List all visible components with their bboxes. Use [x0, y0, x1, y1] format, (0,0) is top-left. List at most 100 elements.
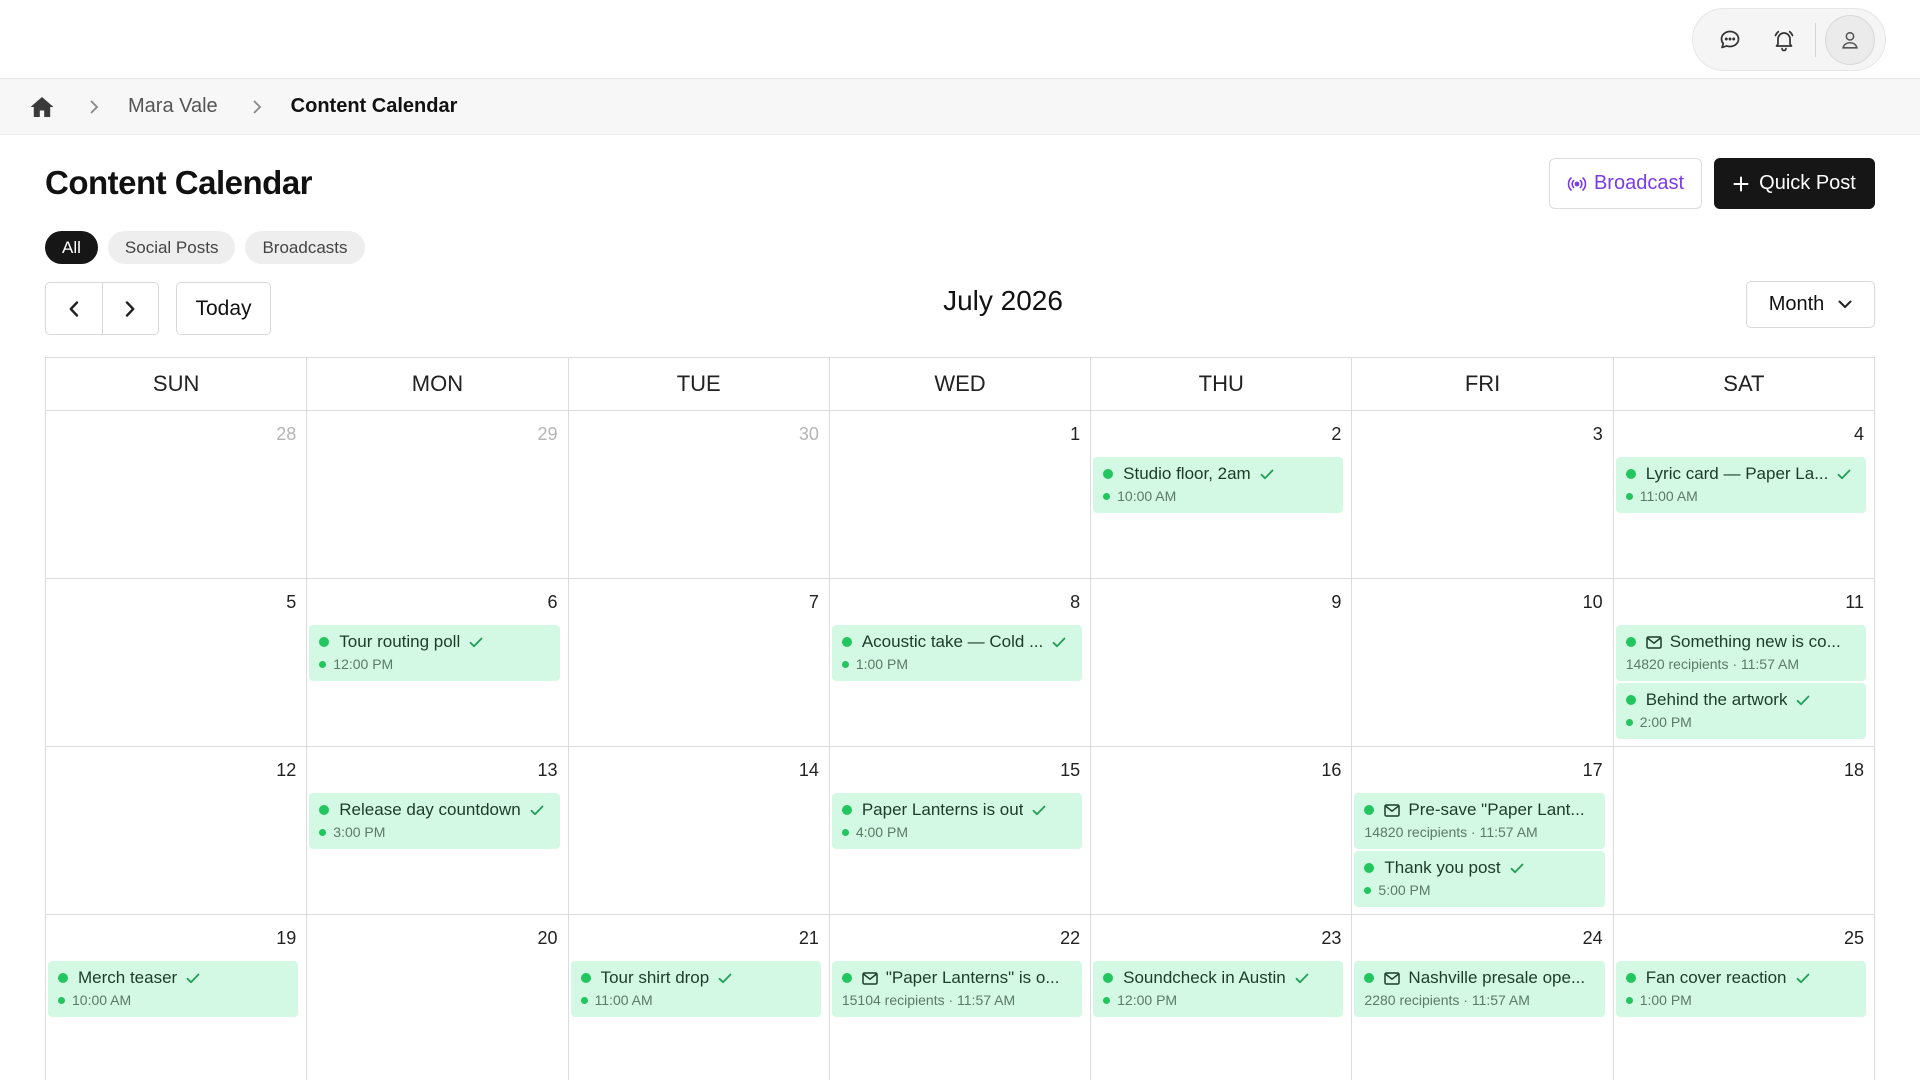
day-cell[interactable]: 8 Acoustic take — Cold ... 1:00 PM — [829, 579, 1092, 747]
filter-broadcasts[interactable]: Broadcasts — [245, 231, 365, 264]
day-cell[interactable]: 14 — [568, 747, 830, 915]
status-dot — [1625, 695, 1636, 705]
post-event[interactable]: Acoustic take — Cold ... 1:00 PM — [831, 625, 1083, 681]
status-dot — [58, 973, 68, 983]
post-event[interactable]: Paper Lanterns is out 4:00 PM — [831, 793, 1083, 849]
day-cell[interactable]: 15 Paper Lanterns is out 4:00 PM — [829, 747, 1092, 915]
post-event[interactable]: Lyric card — Paper La... 11:00 AM — [1615, 457, 1866, 513]
chevron-right-icon — [252, 99, 262, 115]
event-meta: 10:00 AM — [72, 992, 132, 1008]
check-icon — [1052, 637, 1066, 648]
post-event[interactable]: Studio floor, 2am 10:00 AM — [1093, 457, 1344, 513]
event-meta: 2:00 PM — [1639, 714, 1692, 730]
broadcast-event[interactable]: "Paper Lanterns" is o... 15104 recipients… — [831, 961, 1083, 1017]
day-number: 8 — [1070, 592, 1081, 612]
calendar-weeks: 28 29 30 1 2 Studio floor, 2am 10:00 AM 3 4 Lyric… — [46, 411, 1875, 1080]
check-icon — [1796, 973, 1810, 984]
chat-icon[interactable] — [1713, 23, 1747, 57]
day-cell[interactable]: 12 — [46, 747, 308, 915]
day-cell[interactable]: 16 — [1091, 747, 1353, 915]
post-event[interactable]: Behind the artwork 2:00 PM — [1615, 683, 1866, 739]
post-event[interactable]: Merch teaser 10:00 AM — [48, 961, 299, 1017]
day-cell[interactable]: 18 — [1613, 747, 1875, 915]
post-event[interactable]: Thank you post 5:00 PM — [1354, 851, 1605, 907]
day-number: 12 — [276, 760, 297, 780]
broadcast-event[interactable]: Nashville presale ope... 2280 recipients … — [1354, 961, 1605, 1017]
filter-all[interactable]: All — [45, 231, 98, 264]
day-cell[interactable]: 7 — [568, 579, 830, 747]
event-header: Tour shirt drop — [580, 968, 811, 988]
event-header: Something new is co... — [1625, 632, 1856, 652]
check-icon — [1796, 695, 1810, 706]
day-cell[interactable]: 1 — [829, 411, 1092, 579]
post-event[interactable]: Soundcheck in Austin 12:00 PM — [1093, 961, 1344, 1017]
day-cell[interactable]: 19 Merch teaser 10:00 AM — [46, 915, 308, 1080]
day-cell[interactable]: 11 Something new is co... 14820 recipients… — [1613, 579, 1875, 747]
day-number: 9 — [1331, 592, 1342, 612]
month-label: July 2026 — [943, 285, 1063, 316]
quick-post-button-label: Quick Post — [1759, 172, 1856, 194]
day-cell[interactable]: 28 — [46, 411, 308, 579]
weekday-label: SAT — [1613, 358, 1875, 411]
broadcast-button[interactable]: Broadcast — [1549, 158, 1702, 209]
day-cell[interactable]: 13 Release day countdown 3:00 PM — [307, 747, 569, 915]
day-cell[interactable]: 17 Pre-save "Paper Lant... 14820 recipient… — [1352, 747, 1614, 915]
broadcast-event[interactable]: Pre-save "Paper Lant... 14820 recipients … — [1354, 793, 1605, 849]
day-number: 23 — [1321, 928, 1342, 948]
check-icon — [530, 805, 544, 816]
post-event[interactable]: Tour shirt drop 11:00 AM — [570, 961, 821, 1017]
day-number: 3 — [1592, 424, 1603, 444]
day-number: 18 — [1843, 760, 1864, 780]
day-number: 6 — [547, 592, 558, 612]
home-icon[interactable] — [29, 95, 55, 119]
event-meta: 11:00 AM — [594, 992, 653, 1008]
day-cell[interactable]: 20 — [307, 915, 569, 1080]
event-meta: 12:00 PM — [333, 656, 394, 672]
event-header: Merch teaser — [58, 968, 288, 988]
post-event[interactable]: Fan cover reaction 1:00 PM — [1615, 961, 1866, 1017]
post-event[interactable]: Tour routing poll 12:00 PM — [309, 625, 560, 681]
event-title: Paper Lanterns is out — [861, 800, 1024, 819]
event-title: Soundcheck in Austin — [1123, 968, 1286, 987]
avatar[interactable] — [1825, 14, 1875, 65]
user-icon — [1842, 31, 1858, 49]
broadcast-event[interactable]: Something new is co... 14820 recipients ·… — [1615, 625, 1866, 681]
bell-icon[interactable] — [1767, 23, 1801, 57]
event-meta: 10:00 AM — [1117, 488, 1177, 504]
check-icon — [186, 973, 200, 984]
day-cell[interactable]: 9 — [1091, 579, 1353, 747]
day-cell[interactable]: 5 — [46, 579, 308, 747]
event-meta: 2280 recipients · 11:57 AM — [1364, 992, 1530, 1008]
breadcrumb-artist[interactable]: Mara Vale — [128, 95, 218, 118]
status-dot — [841, 637, 852, 647]
day-cell[interactable]: 24 Nashville presale ope... 2280 recipient… — [1352, 915, 1614, 1080]
day-cell[interactable]: 4 Lyric card — Paper La... 11:00 AM — [1613, 411, 1875, 579]
event-title: Nashville presale ope... — [1408, 968, 1586, 987]
day-cell[interactable]: 10 — [1352, 579, 1614, 747]
day-number: 20 — [537, 928, 558, 948]
post-event[interactable]: Release day countdown 3:00 PM — [309, 793, 560, 849]
quick-post-button[interactable]: Quick Post — [1714, 158, 1875, 209]
day-cell[interactable]: 30 — [568, 411, 830, 579]
day-cell[interactable]: 21 Tour shirt drop 11:00 AM — [569, 915, 830, 1080]
day-cell[interactable]: 25 Fan cover reaction 1:00 PM — [1614, 915, 1875, 1080]
event-header: Paper Lanterns is out — [841, 800, 1072, 820]
day-cell[interactable]: 6 Tour routing poll 12:00 PM — [307, 579, 569, 747]
day-number: 24 — [1582, 928, 1603, 948]
event-header: Fan cover reaction — [1625, 968, 1856, 988]
status-dot — [580, 973, 591, 983]
event-meta-row: 2280 recipients · 11:57 AM — [1364, 992, 1594, 1008]
day-number: 16 — [1321, 760, 1342, 780]
status-dot — [319, 828, 327, 836]
view-select[interactable]: Month — [1746, 281, 1875, 328]
day-cell[interactable]: 23 Soundcheck in Austin 12:00 PM — [1091, 915, 1353, 1080]
day-cell[interactable]: 29 — [307, 411, 569, 579]
day-cell[interactable]: 2 Studio floor, 2am 10:00 AM — [1091, 411, 1353, 579]
filter-social-posts[interactable]: Social Posts — [107, 231, 236, 264]
day-cell[interactable]: 22 "Paper Lanterns" is o... 15104 recipien… — [830, 915, 1092, 1080]
event-meta-row: 11:00 AM — [1625, 488, 1856, 504]
day-cell[interactable]: 3 — [1352, 411, 1614, 579]
weekday-header: SUN MON TUE WED THU FRI SAT — [46, 358, 1875, 411]
day-number: 14 — [798, 760, 819, 780]
weekday-label: FRI — [1352, 358, 1614, 411]
